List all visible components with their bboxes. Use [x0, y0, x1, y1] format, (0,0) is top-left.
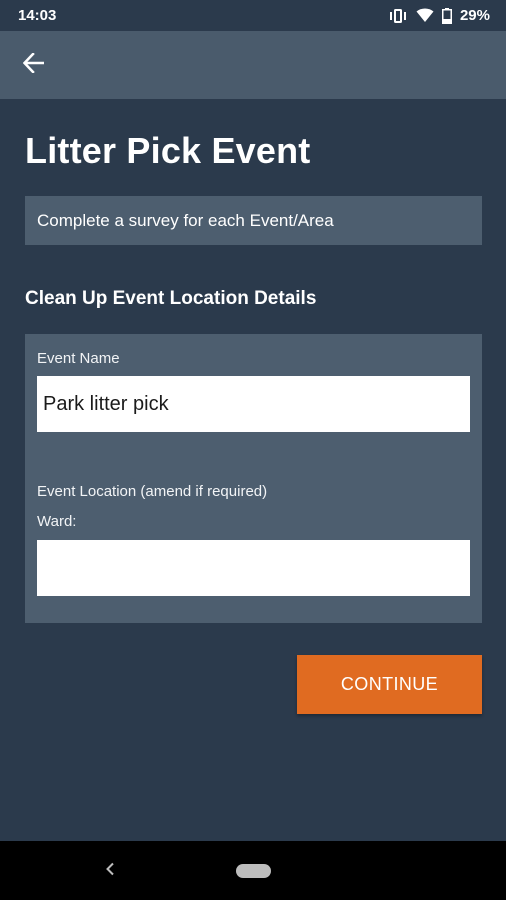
arrow-left-icon	[22, 51, 45, 78]
battery-percent: 29%	[459, 7, 490, 24]
back-button[interactable]	[16, 47, 52, 83]
wifi-icon	[416, 8, 434, 23]
ward-label: Ward:	[37, 513, 77, 530]
nav-home-pill[interactable]	[236, 864, 271, 878]
page-title: Litter Pick Event	[25, 130, 311, 171]
info-banner: Complete a survey for each Event/Area	[25, 196, 482, 245]
vibrate-icon	[388, 8, 408, 24]
location-form-card: Event Name Event Location (amend if requ…	[25, 334, 482, 623]
status-icons: 29%	[388, 7, 490, 24]
nav-back-icon	[105, 862, 115, 881]
continue-button[interactable]: CONTINUE	[297, 655, 482, 714]
app-bar	[0, 31, 506, 99]
status-bar: 14:03 29%	[0, 0, 506, 31]
battery-icon	[441, 7, 452, 24]
event-location-label: Event Location (amend if required)	[37, 483, 268, 500]
event-name-input[interactable]	[37, 376, 470, 432]
ward-input[interactable]	[37, 540, 470, 596]
system-nav-bar	[0, 841, 506, 900]
nav-back-button[interactable]	[100, 860, 120, 882]
event-name-label: Event Name	[37, 350, 120, 367]
info-text: Complete a survey for each Event/Area	[37, 210, 334, 230]
section-heading: Clean Up Event Location Details	[25, 288, 317, 309]
status-time: 14:03	[18, 7, 57, 24]
